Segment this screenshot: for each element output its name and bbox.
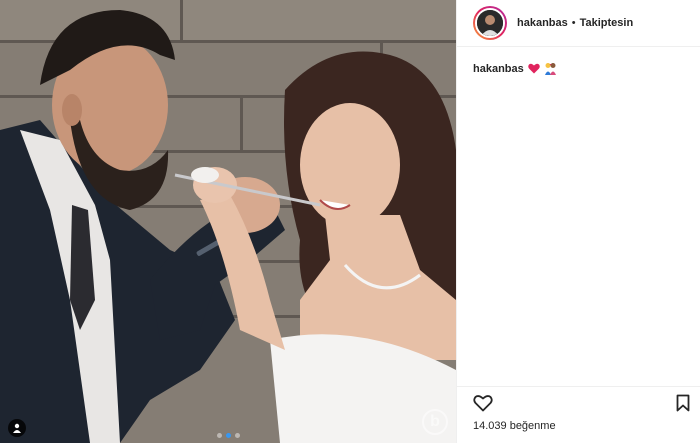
watermark-logo: b [422,409,448,435]
couple-kiss-icon [544,62,557,75]
carousel-dot-active [225,433,231,438]
heart-outline-icon[interactable] [473,394,493,412]
likes-count[interactable]: 14.039 beğenme [473,420,556,432]
caption-username-link[interactable]: hakanbas [473,63,524,75]
avatar[interactable] [475,8,505,38]
post-side-panel: hakanbas • Takiptesin hakanbas 14.039 be… [456,0,700,443]
red-heart-icon [528,63,540,74]
carousel-indicator [0,433,456,438]
following-button[interactable]: Takiptesin [580,17,634,29]
carousel-dot [234,433,240,438]
avatar-image [477,10,503,36]
bookmark-outline-icon[interactable] [676,394,690,412]
post-photo[interactable]: b [0,0,456,443]
post-header: hakanbas • Takiptesin [457,0,700,47]
username-link[interactable]: hakanbas [517,17,568,29]
avatar-story-ring[interactable] [473,6,507,40]
post-caption: hakanbas [457,47,700,75]
carousel-dot [216,433,222,438]
post-actions-bar [457,386,700,418]
wedding-photo-illustration [0,0,456,443]
separator-dot: • [571,17,576,29]
